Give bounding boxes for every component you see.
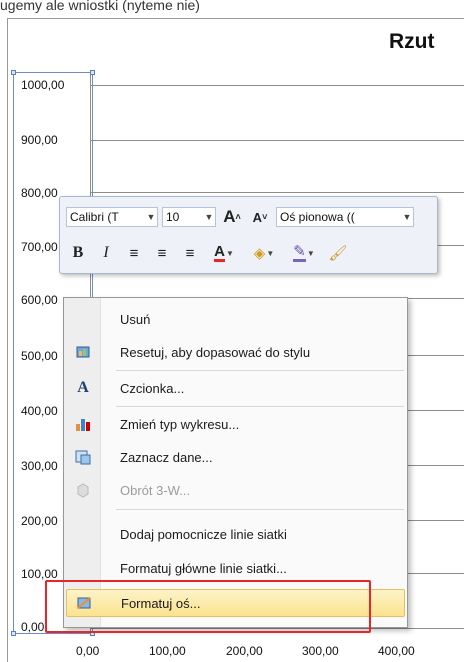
chevron-down-icon[interactable]: ▼ [145, 212, 157, 222]
reset-style-icon [66, 338, 100, 366]
chevron-down-icon[interactable]: ▼ [266, 249, 274, 258]
chart-type-icon [66, 410, 100, 438]
menu-item-delete[interactable]: Usuń [66, 305, 405, 333]
font-icon: A [77, 379, 89, 396]
italic-icon: I [103, 244, 109, 261]
align-right-icon: ≡ [185, 244, 195, 262]
rotation-3d-icon [66, 476, 100, 504]
chevron-down-icon[interactable]: ▼ [203, 212, 215, 222]
menu-item-label: Obrót 3-W... [120, 482, 191, 498]
menu-item-label: Zmień typ wykresu... [120, 416, 240, 432]
paint-bucket-icon: ◈ [253, 245, 266, 262]
menu-item-change-chart-type[interactable]: Zmień typ wykresu... [66, 410, 405, 438]
font-name-combo[interactable]: Calibri (T ▼ [66, 207, 158, 227]
context-menu: Usuń Resetuj, aby dopasować do stylu A C… [63, 297, 408, 628]
font-name-value: Calibri (T [70, 210, 119, 224]
menu-separator [116, 509, 404, 510]
chart-element-selector[interactable]: Oś pionowa (( ▼ [276, 207, 414, 227]
format-painter-button[interactable]: 🖌 [326, 242, 350, 264]
highlight-callout-box [45, 580, 371, 633]
menu-item-3d-rotation: Obrót 3-W... [66, 476, 405, 504]
menu-item-select-data[interactable]: Zaznacz dane... [66, 443, 405, 471]
align-left-icon: ≡ [129, 244, 139, 262]
grow-font-button[interactable]: A ˄ [220, 206, 244, 228]
menu-item-add-minor-gridlines[interactable]: Dodaj pomocnicze linie siatki [66, 520, 405, 548]
menu-item-label: Czcionka... [120, 380, 185, 396]
shrink-font-icon: A [252, 209, 263, 225]
menu-item-label: Formatuj główne linie siatki... [120, 560, 287, 576]
blank-icon [66, 554, 100, 582]
bold-icon: B [72, 244, 84, 261]
cropped-document-text: ugemy ale wniostki (nyteme nie) [0, 0, 200, 13]
chart-element-value: Oś pionowa (( [280, 210, 355, 224]
menu-item-label: Zaznacz dane... [120, 449, 213, 465]
chevron-down-icon[interactable]: ▼ [226, 249, 234, 258]
format-painter-icon: 🖌 [328, 245, 348, 262]
menu-item-label: Resetuj, aby dopasować do stylu [120, 344, 311, 360]
mini-toolbar-row-format: B I ≡ ≡ ≡ A ▼ ◈ ▼ ✎ ▼ 🖌 [66, 241, 354, 265]
blank-icon [66, 520, 100, 548]
font-color-icon: A [214, 243, 225, 262]
chevron-down-icon[interactable]: ▼ [401, 212, 413, 222]
menu-item-reset-style[interactable]: Resetuj, aby dopasować do stylu [66, 338, 405, 366]
fill-color-button[interactable]: ◈ ▼ [246, 242, 282, 264]
menu-item-format-major-gridlines[interactable]: Formatuj główne linie siatki... [66, 554, 405, 582]
font-size-combo[interactable]: 10 ▼ [162, 207, 216, 227]
menu-item-label: Usuń [120, 311, 151, 327]
select-data-icon [66, 443, 100, 471]
align-center-button[interactable]: ≡ [150, 242, 174, 264]
align-left-button[interactable]: ≡ [122, 242, 146, 264]
shrink-font-button[interactable]: A ˅ [248, 206, 272, 228]
selection-handle[interactable] [11, 631, 16, 636]
pen-outline-icon: ✎ [293, 242, 306, 262]
chevron-down-icon[interactable]: ▼ [307, 249, 315, 258]
align-center-icon: ≡ [157, 244, 167, 262]
font-size-value: 10 [166, 210, 180, 224]
outline-color-button[interactable]: ✎ ▼ [286, 242, 322, 264]
selection-handle[interactable] [90, 70, 95, 75]
menu-item-label: Dodaj pomocnicze linie siatki [120, 526, 287, 542]
mini-toolbar: Calibri (T ▼ 10 ▼ A ˄ A ˅ Oś pionowa (( ▼ … [59, 196, 438, 274]
blank-icon [66, 305, 100, 333]
grow-font-icon: A [223, 207, 236, 226]
chart-title[interactable]: Rzut [389, 30, 435, 54]
italic-button[interactable]: I [94, 242, 118, 264]
menu-item-font[interactable]: A Czcionka... [66, 374, 405, 402]
font-color-button[interactable]: A ▼ [206, 242, 242, 264]
bold-button[interactable]: B [66, 242, 90, 264]
mini-toolbar-row-font: Calibri (T ▼ 10 ▼ A ˄ A ˅ Oś pionowa (( ▼ [66, 205, 418, 229]
align-right-button[interactable]: ≡ [178, 242, 202, 264]
selection-handle[interactable] [11, 70, 16, 75]
menu-separator [116, 370, 404, 371]
menu-separator [116, 406, 404, 407]
